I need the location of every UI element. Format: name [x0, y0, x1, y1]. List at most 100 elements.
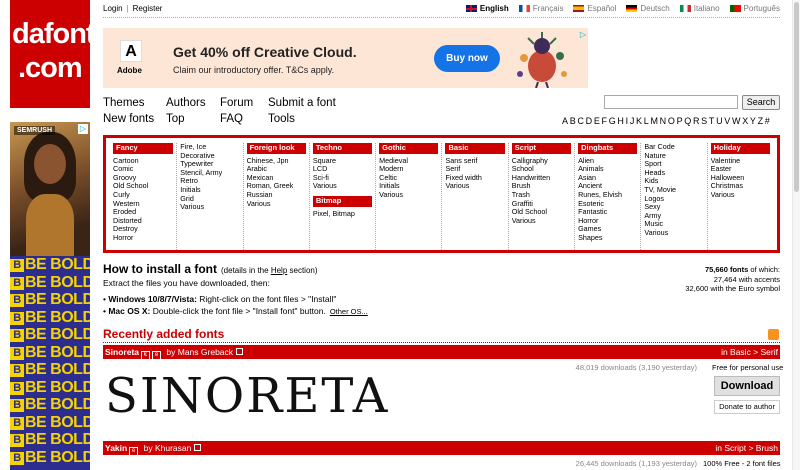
alphabet-letter-link[interactable]: D	[586, 116, 593, 126]
alphabet-letter-link[interactable]: F	[602, 116, 608, 126]
category-heading[interactable]: Basic	[445, 143, 505, 154]
subcategory-link[interactable]: Sans serif	[445, 157, 504, 166]
subcategory-link[interactable]: Easter	[711, 165, 770, 174]
side-advertisement[interactable]: SEMRUSH ▷ B BE BOLD B BE BOLD B BE BOLD B BE BO…	[10, 122, 90, 470]
font-category-link[interactable]: in Script > Brush	[715, 441, 778, 455]
subcategory-link[interactable]: Various	[313, 182, 372, 191]
language-option[interactable]: Deutsch	[626, 4, 670, 13]
subcategory-link[interactable]: Old School	[113, 182, 173, 191]
subcategory-link[interactable]: Russian	[247, 191, 306, 200]
alphabet-letter-link[interactable]: G	[609, 116, 616, 126]
nav-submit-font[interactable]: Submit a font	[268, 97, 336, 109]
alphabet-letter-link[interactable]: A	[562, 116, 568, 126]
alphabet-letter-link[interactable]: B	[570, 116, 576, 126]
language-option[interactable]: Português	[729, 4, 780, 13]
alphabet-letter-link[interactable]: E	[594, 116, 600, 126]
alphabet-letter-link[interactable]: N	[660, 116, 667, 126]
scrollbar[interactable]	[792, 0, 800, 470]
language-option[interactable]: Italiano	[679, 4, 720, 13]
category-heading[interactable]: Holiday	[710, 143, 770, 154]
nav-themes[interactable]: Themes	[103, 97, 145, 109]
subcategory-link[interactable]: Decorative	[180, 152, 239, 161]
alphabet-letter-link[interactable]: Q	[684, 116, 691, 126]
category-heading[interactable]: Fancy	[113, 143, 174, 154]
alphabet-letter-link[interactable]: I	[626, 116, 629, 126]
subcategory-link[interactable]: Various	[512, 217, 571, 226]
alphabet-letter-link[interactable]: X	[742, 116, 748, 126]
subcategory-link[interactable]: Sexy	[644, 203, 703, 212]
subcategory-link[interactable]: Cartoon	[113, 157, 173, 166]
nav-tools[interactable]: Tools	[268, 113, 295, 125]
font-category-link[interactable]: in Basic > Serif	[721, 345, 778, 359]
subcategory-link[interactable]: Square	[313, 157, 372, 166]
category-heading[interactable]: Foreign look	[246, 143, 306, 154]
subcategory-link[interactable]: Comic	[113, 165, 173, 174]
subcategory-link[interactable]: Brush	[512, 182, 571, 191]
alphabet-letter-link[interactable]: #	[765, 116, 770, 126]
alphabet-letter-link[interactable]: W	[732, 116, 741, 126]
subcategory-link[interactable]: Various	[644, 229, 703, 238]
category-heading[interactable]: Gothic	[379, 143, 439, 154]
subcategory-link[interactable]: Animals	[578, 165, 637, 174]
search-button[interactable]: Search	[742, 95, 780, 110]
subcategory-link[interactable]: Trash	[512, 191, 571, 200]
subcategory-link[interactable]: Kids	[644, 177, 703, 186]
subcategory-link[interactable]: Handwritten	[512, 174, 571, 183]
subcategory-link[interactable]: Initials	[180, 186, 239, 195]
nav-new-fonts[interactable]: New fonts	[103, 113, 154, 125]
subcategory-link[interactable]: Destroy	[113, 225, 173, 234]
alphabet-letter-link[interactable]: R	[693, 116, 700, 126]
subcategory-link[interactable]: Nature	[644, 152, 703, 161]
help-link[interactable]: Help	[271, 266, 287, 275]
alphabet-letter-link[interactable]: U	[716, 116, 723, 126]
alphabet-letter-link[interactable]: H	[617, 116, 624, 126]
subcategory-link[interactable]: Distorted	[113, 217, 173, 226]
subcategory-link[interactable]: Various	[247, 200, 306, 209]
subcategory-link[interactable]: Sci-fi	[313, 174, 372, 183]
scroll-thumb[interactable]	[794, 2, 799, 192]
alphabet-letter-link[interactable]: P	[677, 116, 683, 126]
external-link-icon[interactable]	[236, 348, 244, 355]
nav-top[interactable]: Top	[166, 113, 185, 125]
subcategory-link[interactable]: Modern	[379, 165, 438, 174]
subcategory-link[interactable]: Pixel, Bitmap	[313, 210, 372, 219]
buy-now-button[interactable]: Buy now	[434, 45, 500, 72]
subcategory-link[interactable]: Heads	[644, 169, 703, 178]
category-heading[interactable]: Bitmap	[312, 195, 373, 207]
other-os-link[interactable]: Other OS...	[330, 307, 368, 316]
subcategory-link[interactable]: LCD	[313, 165, 372, 174]
subcategory-link[interactable]: Western	[113, 200, 173, 209]
subcategory-link[interactable]: Fire, Ice	[180, 143, 239, 152]
subcategory-link[interactable]: Shapes	[578, 234, 637, 243]
subcategory-link[interactable]: Valentine	[711, 157, 770, 166]
ad-info-icon[interactable]: ▷	[580, 30, 586, 39]
subcategory-link[interactable]: Mexican	[247, 174, 306, 183]
nav-forum[interactable]: Forum	[220, 97, 253, 109]
subcategory-link[interactable]: Logos	[644, 195, 703, 204]
alphabet-letter-link[interactable]: S	[701, 116, 707, 126]
subcategory-link[interactable]: Arabic	[247, 165, 306, 174]
author-link[interactable]: Khurasan	[155, 443, 191, 453]
external-link-icon[interactable]	[194, 444, 202, 451]
subcategory-link[interactable]: Asian	[578, 174, 637, 183]
donate-button[interactable]: Donate to author	[714, 400, 780, 414]
subcategory-link[interactable]: Games	[578, 225, 637, 234]
category-heading[interactable]: Dingbats	[578, 143, 638, 154]
font-preview[interactable]: SINORETA	[105, 368, 389, 424]
font-name-link[interactable]: Sinoreta	[105, 347, 139, 357]
font-name-link[interactable]: Yakin	[105, 443, 127, 453]
download-button[interactable]: Download	[714, 376, 780, 396]
alphabet-letter-link[interactable]: V	[724, 116, 730, 126]
subcategory-link[interactable]: Various	[180, 203, 239, 212]
subcategory-link[interactable]: Groovy	[113, 174, 173, 183]
alphabet-letter-link[interactable]: K	[636, 116, 642, 126]
subcategory-link[interactable]: Various	[445, 182, 504, 191]
subcategory-link[interactable]: Runes, Elvish	[578, 191, 637, 200]
subcategory-link[interactable]: School	[512, 165, 571, 174]
nav-authors[interactable]: Authors	[166, 97, 206, 109]
subcategory-link[interactable]: Chinese, Jpn	[247, 157, 306, 166]
subcategory-link[interactable]: Ancient	[578, 182, 637, 191]
subcategory-link[interactable]: Serif	[445, 165, 504, 174]
nav-faq[interactable]: FAQ	[220, 113, 243, 125]
subcategory-link[interactable]: Retro	[180, 177, 239, 186]
